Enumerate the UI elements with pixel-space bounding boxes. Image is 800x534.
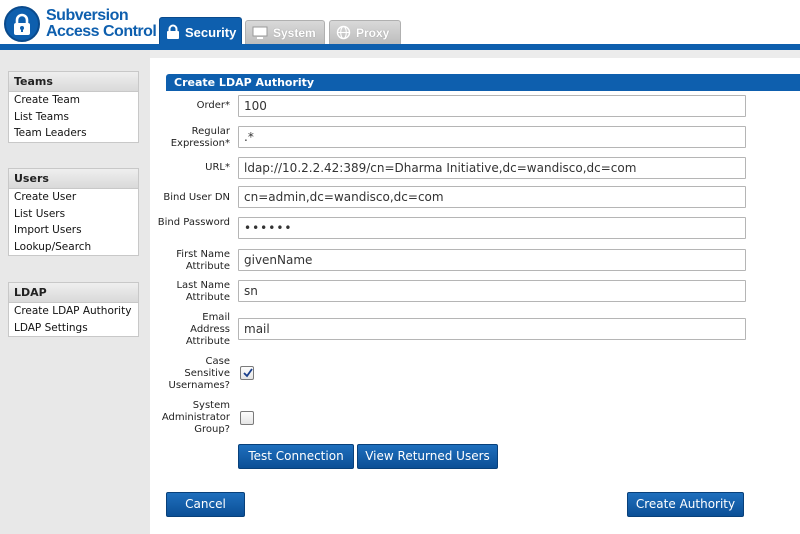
lock-icon	[4, 6, 40, 42]
sidebar-item-import-users[interactable]: Import Users	[9, 222, 138, 239]
sidebar-section-users: Users Create User List Users Import User…	[8, 168, 139, 256]
url-label: URL*	[205, 162, 230, 173]
sidebar-item-list-users[interactable]: List Users	[9, 206, 138, 223]
url-input[interactable]: ldap://10.2.2.42:389/cn=Dharma Initiativ…	[238, 157, 746, 179]
tab-proxy-label: Proxy	[356, 25, 390, 40]
sidebar-item-list-teams[interactable]: List Teams	[9, 109, 138, 126]
bind-dn-label: Bind User DN	[163, 192, 230, 203]
sidebar-item-create-user[interactable]: Create User	[9, 189, 138, 206]
bind-password-label: Bind Password	[157, 217, 230, 228]
bind-password-input[interactable]: ••••••	[238, 217, 746, 239]
tab-system[interactable]: System	[245, 20, 325, 44]
view-returned-users-button[interactable]: View Returned Users	[357, 444, 498, 469]
sys-admin-label: System Administrator Group?	[161, 400, 230, 435]
order-label: Order*	[196, 100, 230, 111]
main-top-strip	[150, 50, 800, 58]
regex-input[interactable]: .*	[238, 126, 746, 148]
create-authority-button[interactable]: Create Authority	[627, 492, 744, 517]
sidebar-section-teams: Teams Create Team List Teams Team Leader…	[8, 71, 139, 143]
last-name-attr-input[interactable]: sn	[238, 280, 746, 302]
tab-system-label: System	[273, 25, 316, 40]
cancel-button[interactable]: Cancel	[166, 492, 245, 517]
monitor-icon	[252, 26, 268, 40]
last-name-attr-label: Last Name Attribute	[176, 280, 230, 303]
globe-icon	[336, 25, 351, 40]
checkmark-icon	[243, 368, 253, 378]
case-sensitive-checkbox[interactable]	[240, 366, 254, 380]
lock-icon	[166, 24, 180, 40]
sidebar-heading-teams: Teams	[9, 72, 138, 92]
email-attr-label: Email Address Attribute	[185, 312, 230, 347]
sidebar-item-create-team[interactable]: Create Team	[9, 92, 138, 109]
tab-security-label: Security	[185, 24, 237, 40]
sidebar-heading-users: Users	[9, 169, 138, 189]
app-title: Subversion Access Control	[46, 7, 157, 40]
app-header: Subversion Access Control Security Syste…	[0, 0, 800, 46]
regex-label: Regular Expression*	[170, 126, 230, 149]
tab-proxy[interactable]: Proxy	[329, 20, 401, 44]
case-sensitive-label: Case Sensitive Usernames?	[168, 356, 231, 391]
form-title: Create LDAP Authority	[166, 74, 800, 91]
app-title-line2: Access Control	[46, 23, 157, 40]
order-input[interactable]: 100	[238, 95, 746, 117]
sidebar-item-ldap-settings[interactable]: LDAP Settings	[9, 320, 138, 337]
email-attr-input[interactable]: mail	[238, 318, 746, 340]
app-title-line1: Subversion	[46, 7, 129, 24]
app-logo[interactable]: Subversion Access Control	[4, 4, 157, 44]
sidebar-item-team-leaders[interactable]: Team Leaders	[9, 125, 138, 142]
bind-dn-input[interactable]: cn=admin,dc=wandisco,dc=com	[238, 186, 746, 208]
first-name-attr-input[interactable]: givenName	[238, 249, 746, 271]
sidebar-section-ldap: LDAP Create LDAP Authority LDAP Settings	[8, 282, 139, 337]
first-name-attr-label: First Name Attribute	[176, 249, 230, 272]
tab-security[interactable]: Security	[159, 17, 242, 46]
sys-admin-checkbox[interactable]	[240, 411, 254, 425]
sidebar-item-create-ldap-authority[interactable]: Create LDAP Authority	[9, 303, 138, 320]
sidebar-item-lookup-search[interactable]: Lookup/Search	[9, 239, 138, 256]
sidebar-heading-ldap: LDAP	[9, 283, 138, 303]
test-connection-button[interactable]: Test Connection	[238, 444, 354, 469]
